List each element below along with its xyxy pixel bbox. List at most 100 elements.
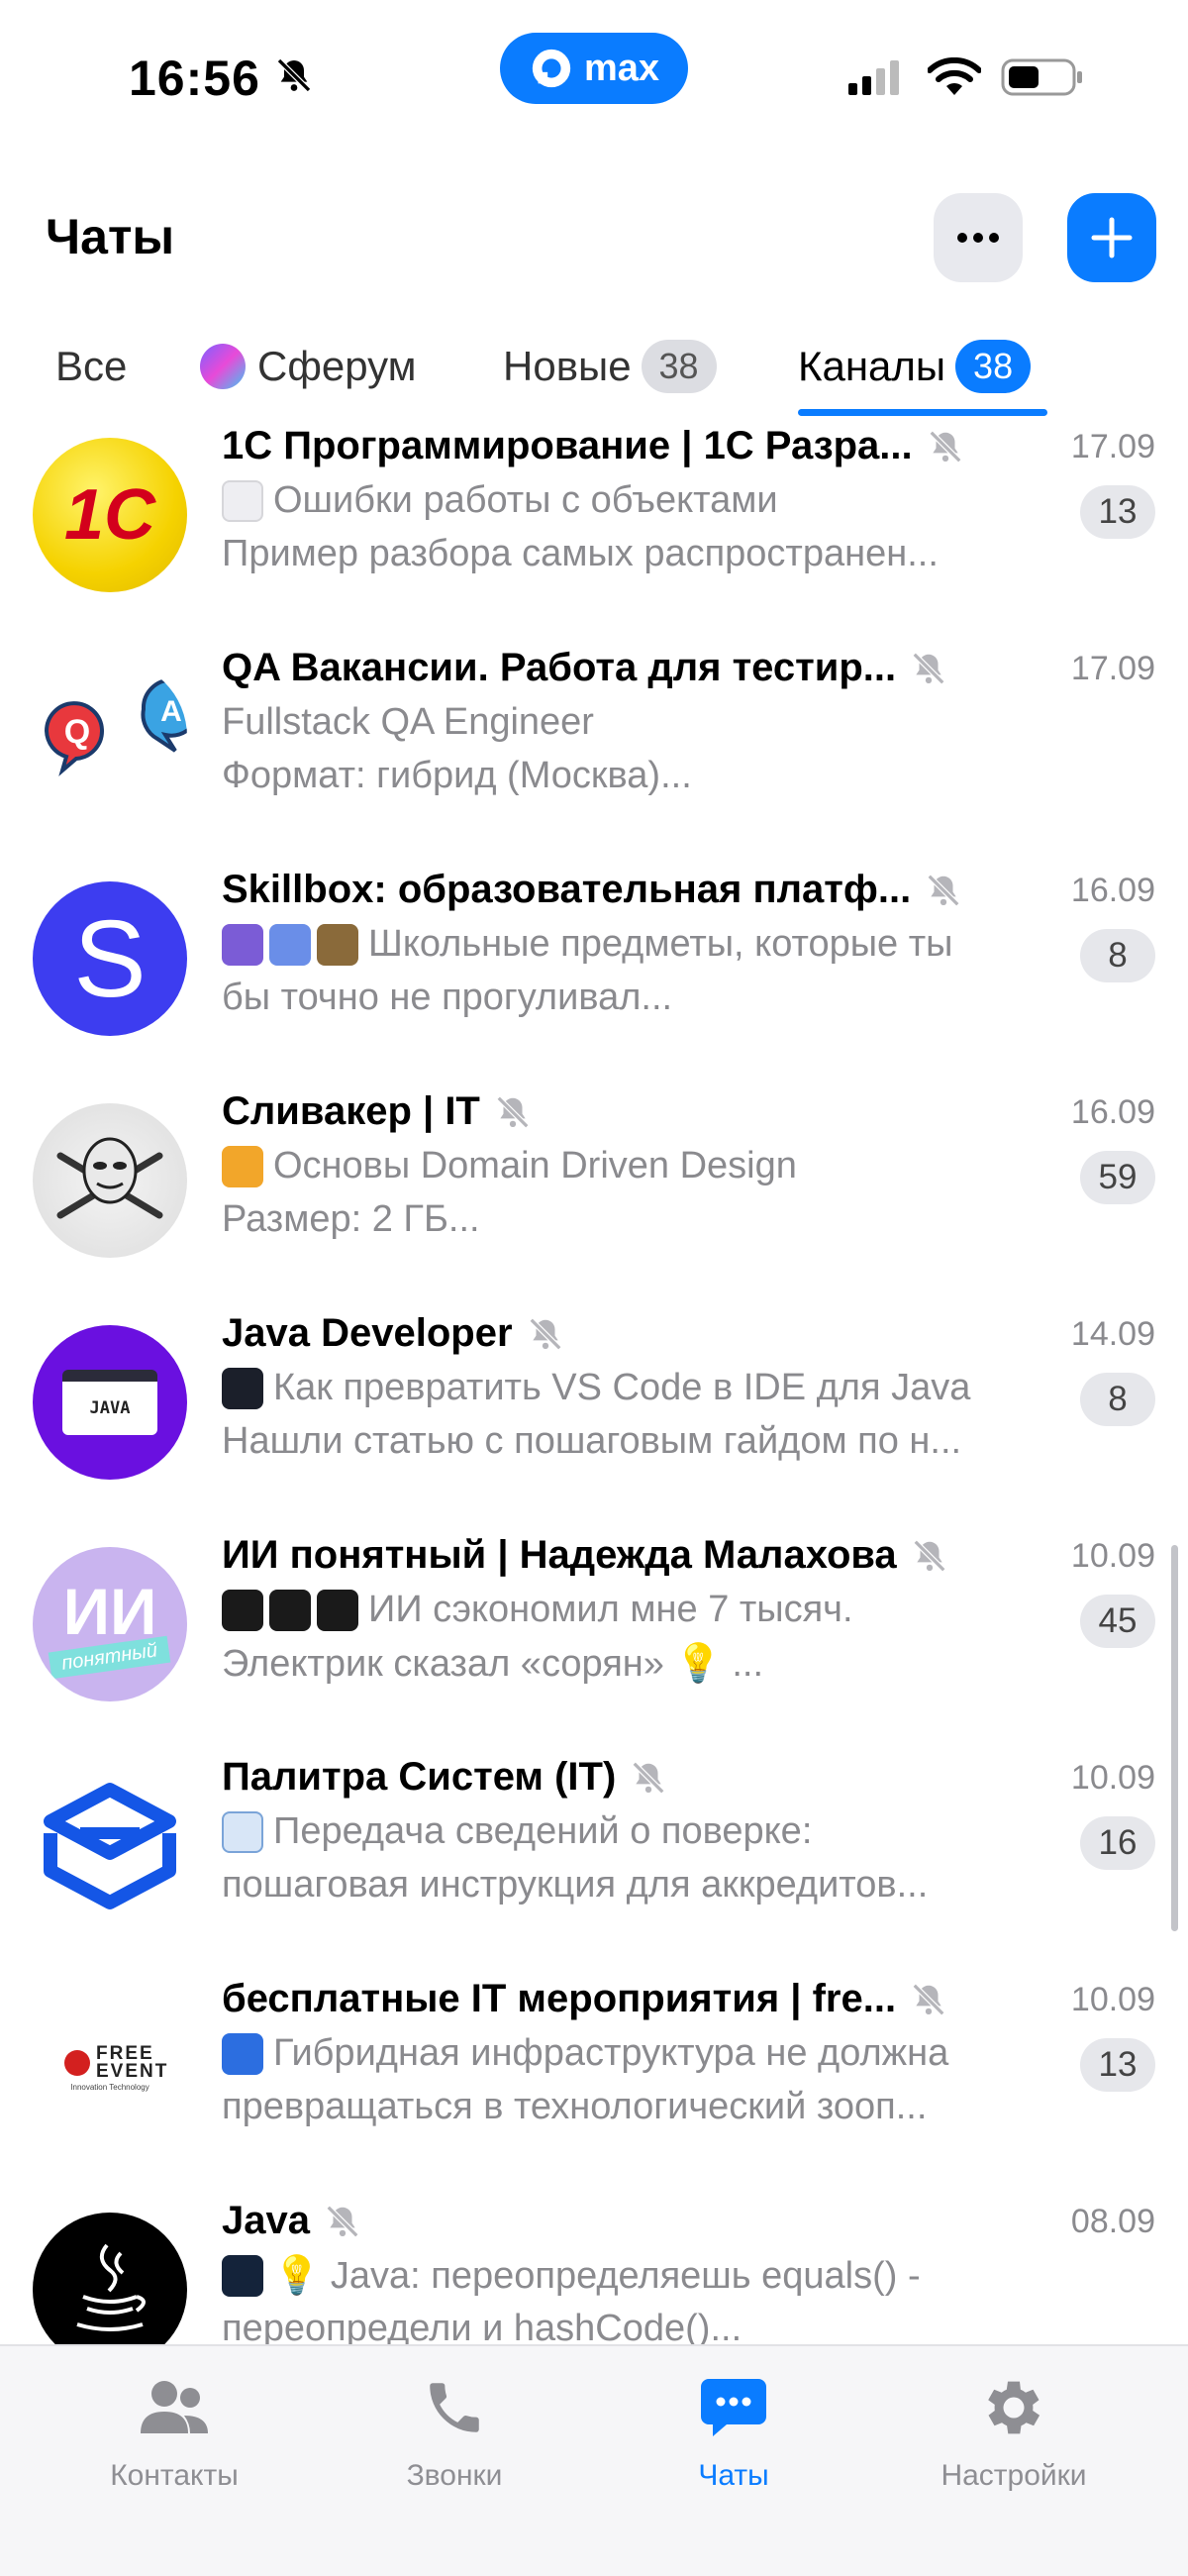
nav-label: Чаты [698,2459,769,2492]
chat-name: ИИ понятный | Надежда Малахова [222,1533,948,1578]
nav-settings[interactable]: Настройки [905,2370,1123,2493]
avatar-1c-logo: 1С [63,475,156,555]
java-cup-icon [76,2243,146,2331]
unread-badge: 16 [1080,1816,1155,1870]
chat-date: 17.09 [1070,428,1155,465]
chat-name: 1С Программирование | 1С Разра... [222,424,964,468]
chat-row[interactable]: Палитра Систем (IT) 10.09 Передача сведе… [0,1755,1188,1977]
chat-preview-text: Формат: гибрид (Москва)... [222,755,692,796]
chat-preview-title: Ошибки работы с объектами [222,479,1063,522]
chat-name: Сливакер | IT [222,1089,532,1134]
tab-count-badge: 38 [641,340,717,393]
status-time: 16:56 [129,50,314,107]
attachment-thumbnail [269,923,311,966]
chat-date: 14.09 [1070,1315,1155,1353]
chat-preview-title: Основы Domain Driven Design [222,1145,1063,1187]
muted-bell-icon [529,1317,561,1350]
chat-name: Java Developer [222,1311,564,1356]
unread-badge: 8 [1080,1373,1155,1426]
new-chat-button[interactable] [1067,193,1156,282]
tab-label: Все [55,343,128,389]
avatar-ai-text: ИИ [62,1574,157,1648]
attachment-thumbnail [222,2032,263,2075]
avatar: Q A [33,660,187,814]
tab-sferum[interactable]: Сферум [200,337,417,396]
nav-chats[interactable]: Чаты [625,2370,842,2493]
tab-label: Новые [503,343,632,389]
chat-preview-text: Электрик сказал «сорян» 💡 ... [222,1643,764,1685]
muted-bell-icon [927,874,960,906]
chat-row[interactable]: ИИ понятный ИИ понятный | Надежда Малахо… [0,1533,1188,1755]
max-app-pill[interactable]: max [500,33,688,104]
muted-bell-icon [326,2205,359,2237]
chat-row[interactable]: FREE EVENT Innovation Technology бесплат… [0,1977,1188,2199]
chat-preview-text: пошаговая инструкция для аккредитов... [222,1864,929,1906]
attachment-thumbnail [222,1145,263,1187]
cellular-signal-icon [848,60,899,95]
avatar-qa-q: Q [64,713,90,751]
attachment-thumbnail [222,479,263,522]
chat-preview-title: ИИ сэкономил мне 7 тысяч. [222,1589,1063,1631]
unread-badge: 45 [1080,1595,1155,1648]
chat-preview-title: Fullstack QA Engineer [222,701,594,743]
silent-mode-icon [274,50,314,107]
tab-channels[interactable]: Каналы 38 [798,337,1032,396]
chat-filter-tabs: Все Сферум Новые 38 Каналы 38 [0,317,1188,416]
pirate-mask-icon [56,1137,163,1219]
status-bar: 16:56 max [0,0,1188,158]
page-title: Чаты [46,209,175,264]
tab-count-badge: 38 [955,340,1032,393]
chat-date: 10.09 [1070,1537,1155,1575]
attachment-thumbnail [222,1810,263,1853]
chat-date: 10.09 [1070,1981,1155,2018]
muted-bell-icon [913,1539,945,1572]
avatar-skillbox-letter: S [73,897,147,1020]
avatar-qa-a: A [160,695,182,728]
chat-row[interactable]: Сливакер | IT 16.09 Основы Domain Driven… [0,1089,1188,1311]
more-button[interactable] [934,193,1023,282]
muted-bell-icon [929,430,961,463]
muted-bell-icon [633,1761,665,1794]
plus-icon [1091,217,1133,258]
list-scrollbar[interactable] [1171,1545,1178,1931]
attachment-thumbnail [222,2255,263,2297]
attachment-thumbnail [222,923,263,966]
chat-name: Skillbox: образовательная платф... [222,868,962,912]
nav-label: Звонки [406,2459,503,2492]
tab-new[interactable]: Новые 38 [503,337,717,396]
avatar: JAVA [33,1325,187,1480]
battery-icon [1001,58,1082,96]
chat-row[interactable]: JAVA Java Developer 14.09 Как превратить… [0,1311,1188,1533]
nav-contacts[interactable]: Контакты [65,2370,283,2493]
attachment-thumbnail [222,1367,263,1409]
chat-preview-title: 💡 Java: переопределяешь equals() - [222,2254,1063,2298]
chat-name: Палитра Систем (IT) [222,1755,667,1800]
attachment-thumbnail [317,1589,358,1631]
nav-calls[interactable]: Звонки [346,2370,563,2493]
tab-all[interactable]: Все [55,337,127,396]
chat-row[interactable]: 1С 1С Программирование | 1С Разра... 17.… [0,424,1188,646]
active-tab-indicator [798,409,1047,416]
free-event-logo-dot [64,2049,90,2076]
unread-badge: 8 [1080,929,1155,982]
code-window-icon: JAVA [62,1370,157,1435]
chat-preview-text: Нашли статью с пошаговым гайдом по н... [222,1420,962,1462]
muted-bell-icon [496,1095,530,1128]
unread-badge: 13 [1080,485,1155,539]
chat-preview-text: превращаться в технологический зооп... [222,2086,928,2127]
chat-preview-title: Как превратить VS Code в IDE для Java [222,1367,1063,1409]
chat-row[interactable]: S Skillbox: образовательная платф... 16.… [0,868,1188,1089]
chat-date: 10.09 [1070,1759,1155,1797]
unread-badge: 13 [1080,2038,1155,2092]
attachment-thumbnail [317,923,358,966]
tab-label: Сферум [257,343,417,389]
avatar-free-event-subtext: Innovation Technology [70,2082,149,2092]
attachment-thumbnail [222,1589,263,1631]
chat-date: 16.09 [1070,1093,1155,1131]
avatar: S [33,881,187,1036]
wifi-icon [928,57,981,95]
avatar: 1С [33,438,187,592]
chat-bubble-icon [696,2370,771,2445]
chat-row[interactable]: Q A QA Вакансии. Работа для тестир... 17… [0,646,1188,868]
more-dots-icon [957,233,999,243]
